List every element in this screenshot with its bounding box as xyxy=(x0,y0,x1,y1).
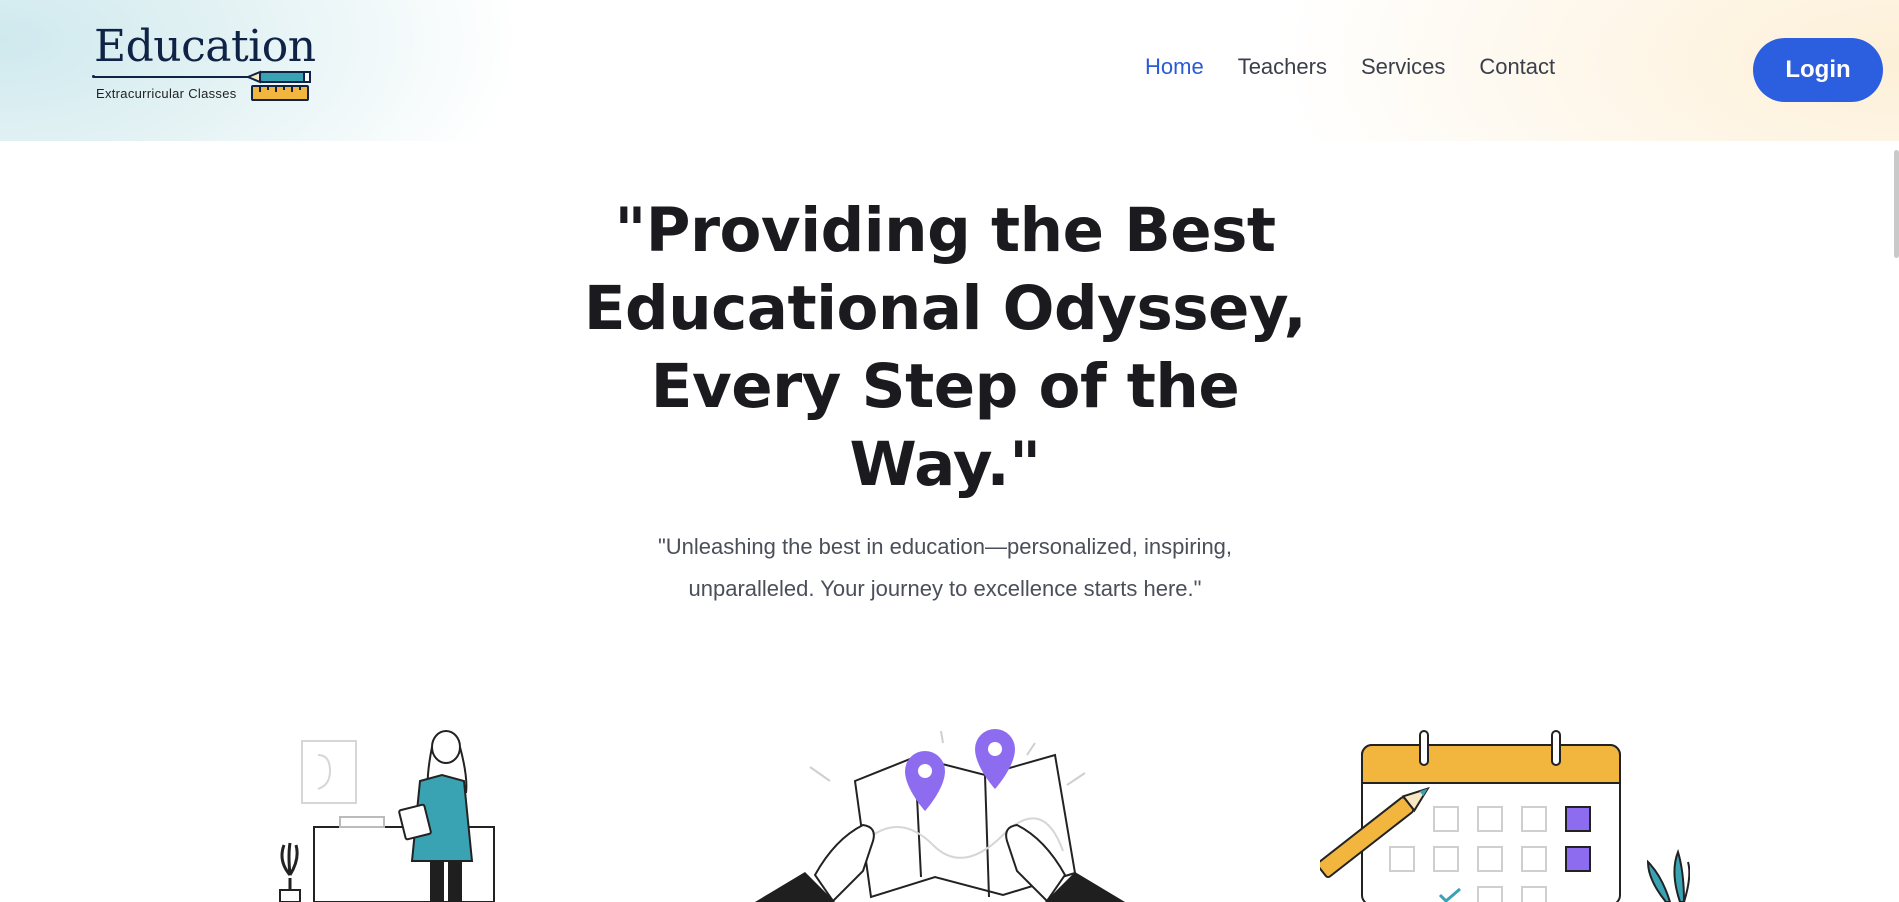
logo-underline xyxy=(94,76,252,78)
nav-contact[interactable]: Contact xyxy=(1479,54,1555,80)
nav-home[interactable]: Home xyxy=(1145,54,1204,80)
brand-subtitle: Extracurricular Classes xyxy=(96,86,237,101)
map-illustration xyxy=(755,729,1125,902)
pencil-ruler-icon xyxy=(246,70,311,101)
teacher-illustration xyxy=(279,730,495,902)
brand-title: Education xyxy=(94,21,316,72)
hero-subtitle: "Unleashing the best in education—person… xyxy=(657,534,1233,601)
main-nav: Home Teachers Services Contact xyxy=(1145,54,1555,80)
nav-teachers[interactable]: Teachers xyxy=(1238,54,1327,80)
nav-services[interactable]: Services xyxy=(1361,54,1445,80)
login-button[interactable]: Login xyxy=(1753,38,1883,102)
page-scrollbar[interactable] xyxy=(1894,150,1899,258)
hero-title: "Providing the Best Educational Odyssey,… xyxy=(583,195,1307,500)
site-header: Education Extracurricular Classes Home T… xyxy=(0,0,1899,141)
brand-logo[interactable]: Education Extracurricular Classes xyxy=(92,22,322,112)
calendar-illustration xyxy=(1320,730,1690,902)
